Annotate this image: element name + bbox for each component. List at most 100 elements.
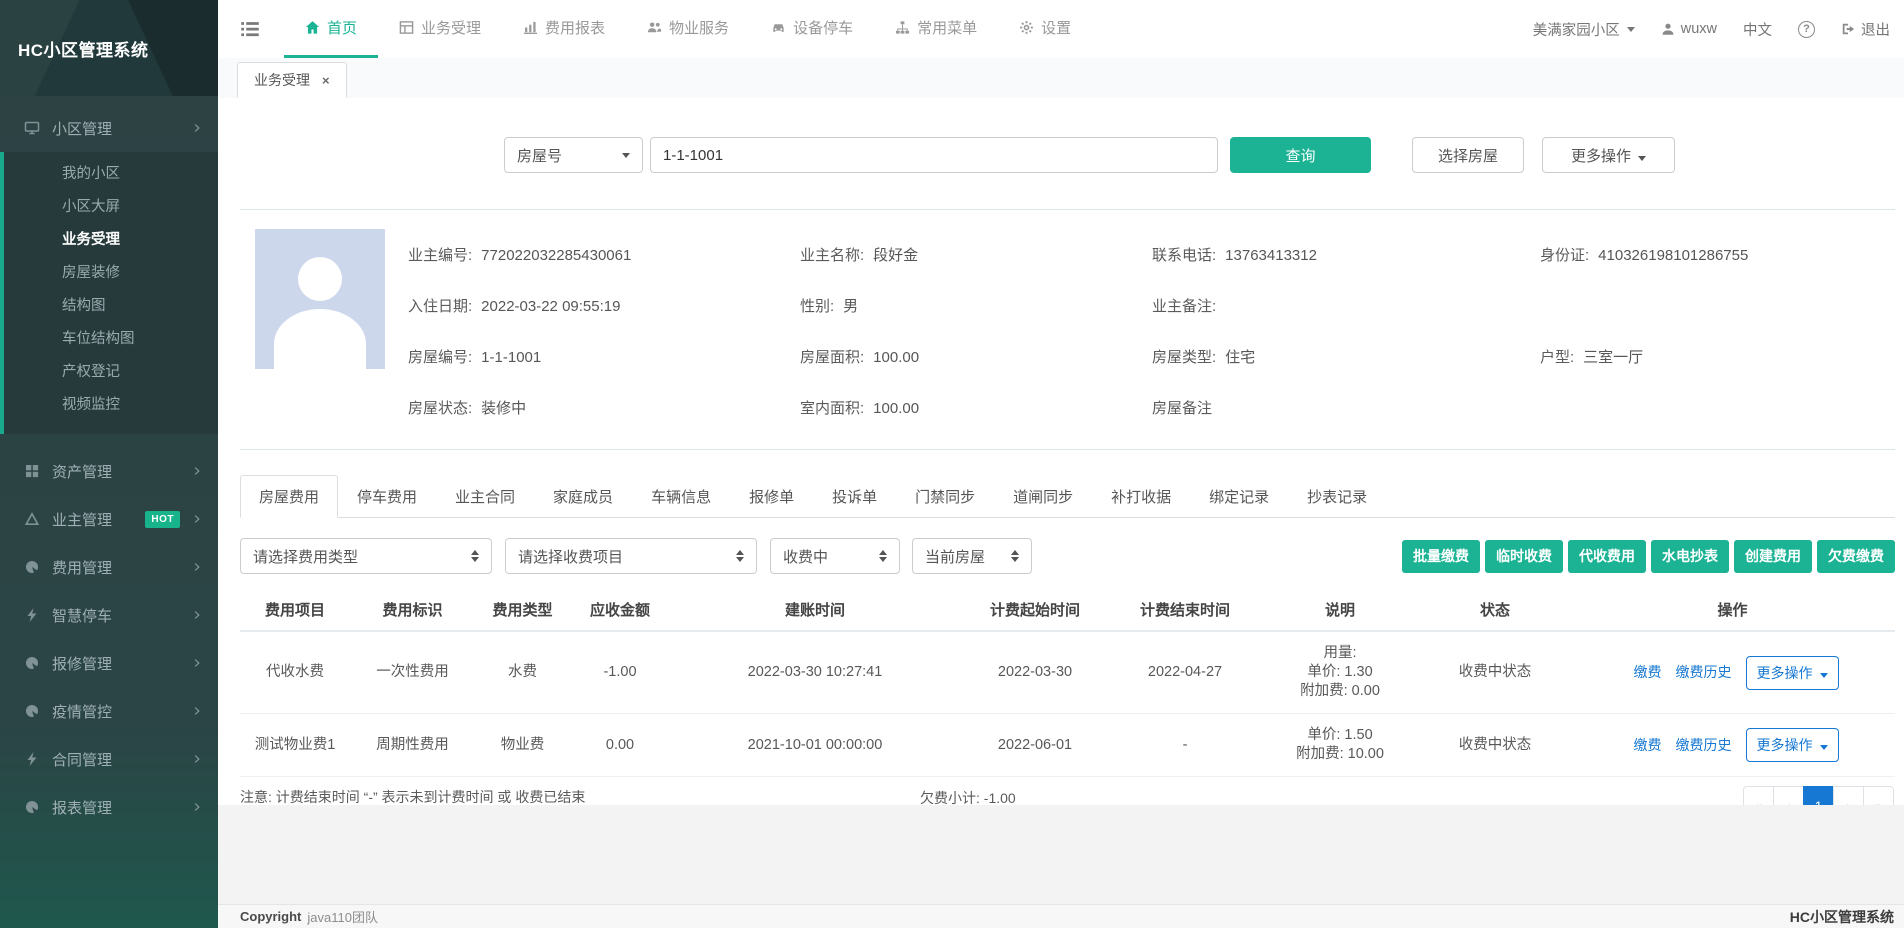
- tab-owner-contracts[interactable]: 业主合同: [436, 475, 534, 518]
- search-field-select[interactable]: 房屋号: [504, 137, 643, 173]
- tab-reprint-receipt[interactable]: 补打收据: [1092, 475, 1190, 518]
- sidebar-section-assets[interactable]: 资产管理: [0, 447, 218, 495]
- logout-button[interactable]: 退出: [1841, 19, 1890, 40]
- sidebar-item-big-screen[interactable]: 小区大屏: [4, 191, 218, 224]
- cell-end-time: -: [1110, 736, 1260, 755]
- sidebar-section-fees[interactable]: 费用管理: [0, 543, 218, 591]
- batch-pay-button[interactable]: 批量缴费: [1402, 540, 1480, 573]
- sidebar-item-property-register[interactable]: 产权登记: [4, 356, 218, 389]
- open-tabs-bar: 业务受理 ×: [218, 58, 1904, 98]
- fee-state-select[interactable]: 收费中: [770, 538, 900, 574]
- circle-pin-icon: [24, 703, 40, 719]
- field-label: 室内面积:: [800, 400, 864, 417]
- owner-field: 业主名称:段好金: [800, 244, 1152, 265]
- list-icon: [240, 19, 260, 39]
- create-fee-button[interactable]: 创建费用: [1734, 540, 1812, 573]
- query-button[interactable]: 查询: [1230, 137, 1371, 173]
- help-button[interactable]: ?: [1798, 21, 1815, 38]
- sidebar-section-reports[interactable]: 报表管理: [0, 783, 218, 831]
- close-icon[interactable]: ×: [322, 73, 330, 88]
- meter-reading-button[interactable]: 水电抄表: [1651, 540, 1729, 573]
- copyright-team: java110团队: [307, 907, 378, 926]
- search-input[interactable]: [650, 137, 1218, 173]
- desc-line: 单价: 1.50: [1260, 726, 1420, 745]
- cell-end-time: 2022-04-27: [1110, 663, 1260, 682]
- sidebar: HC小区管理系统 小区管理 我的小区 小区大屏 业务受理 房屋装修 结构图 车位…: [0, 0, 218, 928]
- select-arrows-icon: [1011, 550, 1019, 562]
- nav-item-common-menu[interactable]: 常用菜单: [874, 0, 998, 58]
- collect-fee-button[interactable]: 代收费用: [1568, 540, 1646, 573]
- sidebar-item-house-decoration[interactable]: 房屋装修: [4, 257, 218, 290]
- sidebar-item-parking-structure[interactable]: 车位结构图: [4, 323, 218, 356]
- row-more-actions-button[interactable]: 更多操作: [1746, 656, 1839, 690]
- row-more-actions-button[interactable]: 更多操作: [1746, 728, 1839, 762]
- pay-history-link[interactable]: 缴费历史: [1676, 736, 1732, 755]
- nav-item-device-parking[interactable]: 设备停车: [750, 0, 874, 58]
- tab-binding-records[interactable]: 绑定记录: [1190, 475, 1288, 518]
- chevron-right-icon: [192, 658, 202, 668]
- nav-item-label: 设备停车: [793, 17, 853, 38]
- page-tab-label: 业务受理: [254, 70, 310, 90]
- fee-type-select[interactable]: 请选择费用类型: [240, 538, 492, 574]
- tab-house-fees[interactable]: 房屋费用: [240, 475, 338, 518]
- tab-parking-fees[interactable]: 停车费用: [338, 475, 436, 518]
- pay-link[interactable]: 缴费: [1634, 736, 1662, 755]
- tab-family-members[interactable]: 家庭成员: [534, 475, 632, 518]
- tab-repair-orders[interactable]: 报修单: [730, 475, 813, 518]
- field-label: 业主编号:: [408, 247, 472, 264]
- cell-fee-flag: 周期性费用: [350, 736, 475, 755]
- help-icon: ?: [1798, 21, 1815, 38]
- tab-vehicles[interactable]: 车辆信息: [632, 475, 730, 518]
- desc-line: 附加费: 0.00: [1260, 682, 1420, 701]
- sidebar-section-contracts[interactable]: 合同管理: [0, 735, 218, 783]
- arrears-pay-button[interactable]: 欠费缴费: [1817, 540, 1895, 573]
- community-selector[interactable]: 美满家园小区: [1533, 19, 1635, 40]
- sidebar-item-structure-map[interactable]: 结构图: [4, 290, 218, 323]
- tab-meter-records[interactable]: 抄表记录: [1288, 475, 1386, 518]
- field-value: 13763413312: [1225, 247, 1317, 264]
- nav-item-property-service[interactable]: 物业服务: [626, 0, 750, 58]
- tab-complaints[interactable]: 投诉单: [813, 475, 896, 518]
- chevron-right-icon: [192, 802, 202, 812]
- nav-item-home[interactable]: 首页: [284, 0, 378, 58]
- fee-table: 费用项目 费用标识 费用类型 应收金额 建账时间 计费起始时间 计费结束时间 说…: [240, 593, 1895, 777]
- tab-gate-sync[interactable]: 道闸同步: [994, 475, 1092, 518]
- sitemap-icon: [895, 20, 910, 35]
- sign-out-icon: [1841, 22, 1855, 36]
- pay-history-link[interactable]: 缴费历史: [1676, 663, 1732, 682]
- sidebar-section-community[interactable]: 小区管理: [0, 104, 218, 152]
- temp-charge-button[interactable]: 临时收费: [1485, 540, 1563, 573]
- footer-app-name: HC小区管理系统: [1790, 907, 1894, 927]
- caret-down-icon: [1638, 156, 1646, 161]
- language-switch[interactable]: 中文: [1743, 19, 1772, 40]
- field-value: 410326198101286755: [1598, 247, 1748, 264]
- nav-item-settings[interactable]: 设置: [998, 0, 1092, 58]
- sidebar-section-smart-parking[interactable]: 智慧停车: [0, 591, 218, 639]
- nav-item-fee-report[interactable]: 费用报表: [502, 0, 626, 58]
- cell-amount: 0.00: [570, 736, 670, 755]
- cell-fee-type: 水费: [475, 663, 570, 682]
- fee-item-select[interactable]: 请选择收费项目: [505, 538, 757, 574]
- pay-link[interactable]: 缴费: [1634, 663, 1662, 682]
- caret-down-icon: [1820, 673, 1828, 678]
- circle-pin-icon: [24, 655, 40, 671]
- sidebar-item-my-community[interactable]: 我的小区: [4, 158, 218, 191]
- page-tab-business[interactable]: 业务受理 ×: [237, 62, 347, 98]
- more-actions-button[interactable]: 更多操作: [1542, 137, 1675, 173]
- owner-row: 房屋状态:装修中 室内面积:100.00 房屋备注: [408, 382, 1895, 433]
- sidebar-section-repair[interactable]: 报修管理: [0, 639, 218, 687]
- sidebar-section-owners[interactable]: 业主管理 HOT: [0, 495, 218, 543]
- sidebar-section-epidemic[interactable]: 疫情管控: [0, 687, 218, 735]
- cell-start-time: 2022-03-30: [960, 663, 1110, 682]
- user-menu[interactable]: wuxw: [1661, 21, 1717, 37]
- tab-access-sync[interactable]: 门禁同步: [896, 475, 994, 518]
- sidebar-item-business-accept[interactable]: 业务受理: [4, 224, 218, 257]
- choose-house-button[interactable]: 选择房屋: [1412, 137, 1524, 173]
- nav-item-business[interactable]: 业务受理: [378, 0, 502, 58]
- sidebar-item-video-monitor[interactable]: 视频监控: [4, 389, 218, 422]
- menu-toggle-button[interactable]: [218, 0, 284, 58]
- room-scope-select[interactable]: 当前房屋: [912, 538, 1032, 574]
- cell-fee-flag: 一次性费用: [350, 663, 475, 682]
- owner-field: 业主备注:: [1152, 295, 1540, 316]
- row-more-label: 更多操作: [1757, 665, 1813, 681]
